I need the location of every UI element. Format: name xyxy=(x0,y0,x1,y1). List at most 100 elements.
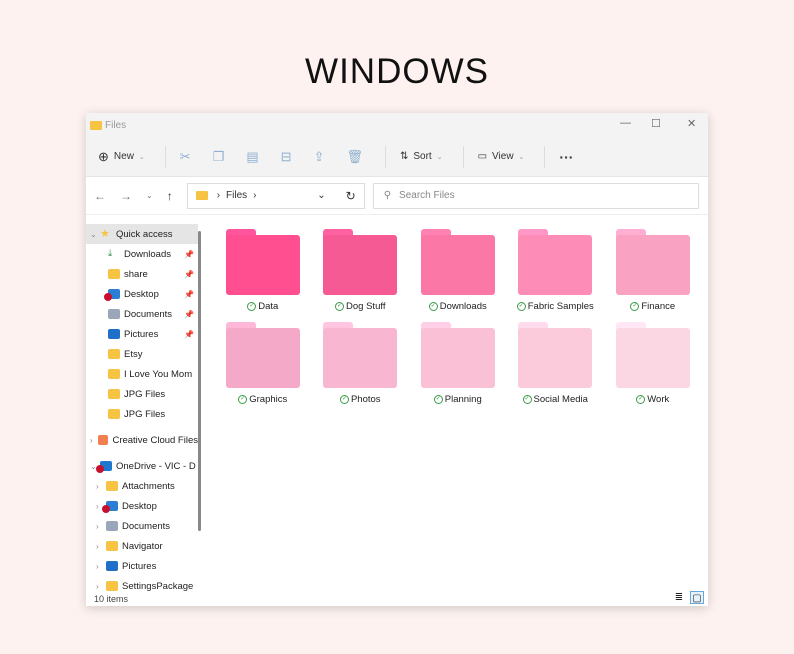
sidebar-item[interactable]: Etsy xyxy=(86,344,198,364)
chevron-right-icon[interactable]: › xyxy=(96,582,106,591)
plus-circle-icon: ⊕ xyxy=(98,148,109,164)
sync-status-icon: ✓ xyxy=(428,302,438,311)
folder-item[interactable]: ✓ Downloads xyxy=(409,229,507,312)
sidebar-item[interactable]: Documents 📌 xyxy=(86,304,198,324)
share-icon[interactable]: ⇪ xyxy=(314,149,325,165)
folder-icon xyxy=(225,322,300,388)
folder-item[interactable]: ✓ Finance xyxy=(604,229,702,312)
sidebar-item-label: Attachments xyxy=(122,480,175,492)
chevron-down-icon[interactable]: ⌄ xyxy=(317,190,325,201)
folder-item[interactable]: ✓ Planning xyxy=(409,322,507,405)
details-view-button[interactable]: ≣ xyxy=(672,591,686,604)
divider xyxy=(384,145,386,168)
folder-icon xyxy=(108,409,120,419)
sidebar-item[interactable]: › Attachments xyxy=(86,476,198,496)
view-button[interactable]: ▭ View ⌄ xyxy=(478,151,525,162)
sidebar-item[interactable]: › Creative Cloud Files xyxy=(86,430,198,450)
sidebar-item-label: Desktop xyxy=(122,500,157,512)
folder-item[interactable]: ✓ Photos xyxy=(312,322,410,405)
sidebar-item-label: OneDrive - VIC - D xyxy=(116,460,196,472)
sync-status-icon: ✓ xyxy=(522,395,532,404)
sidebar-item[interactable]: ⌄ ★ Quick access xyxy=(86,224,198,244)
rename-icon[interactable]: ⊟ xyxy=(281,149,292,165)
folder-icon xyxy=(615,229,690,295)
recent-dropdown[interactable]: ⌄ xyxy=(146,191,153,200)
folder-icon xyxy=(90,120,102,130)
refresh-icon[interactable]: ↻ xyxy=(346,189,356,203)
sidebar-item[interactable]: › Pictures xyxy=(86,556,198,576)
folder-icon xyxy=(225,229,300,295)
chevron-right-icon[interactable]: › xyxy=(96,542,106,551)
chevron-right-icon[interactable]: › xyxy=(96,522,106,531)
search-input[interactable]: ⚲ Search Files xyxy=(372,182,699,209)
sort-button[interactable]: ⇅ Sort ⌄ xyxy=(400,151,443,162)
folder-item[interactable]: ✓ Work xyxy=(604,322,702,405)
up-button[interactable]: ↑ xyxy=(167,189,173,203)
onedrive-icon xyxy=(96,461,112,473)
folder-name: Graphics xyxy=(249,394,288,405)
folder-item[interactable]: ✓ Fabric Samples xyxy=(507,229,605,312)
sidebar-item[interactable]: › Desktop xyxy=(86,496,198,516)
folder-item[interactable]: ✓ Graphics xyxy=(214,322,312,405)
sidebar-item[interactable]: JPG Files xyxy=(86,404,198,424)
pin-icon: 📌 xyxy=(184,329,194,339)
sidebar-item[interactable]: ⤓ Downloads 📌 xyxy=(86,244,198,264)
folder-icon xyxy=(195,191,208,200)
sidebar-item-label: JPG Files xyxy=(124,388,166,400)
sidebar-item-label: Documents xyxy=(124,308,173,320)
chevron-down-icon[interactable]: ⌄ xyxy=(90,230,100,239)
folder-icon xyxy=(615,322,690,388)
sync-status-icon: ✓ xyxy=(630,302,640,311)
back-button[interactable]: ← xyxy=(94,189,106,203)
title-bar: Files — ☐ ✕ xyxy=(86,113,708,137)
sort-icon: ⇅ xyxy=(399,151,409,162)
chevron-right-icon[interactable]: › xyxy=(96,482,106,491)
sidebar-item[interactable]: Desktop 📌 xyxy=(86,284,198,304)
folder-item[interactable]: ✓ Data xyxy=(214,229,312,312)
sidebar-item-label: Quick access xyxy=(116,228,173,240)
folder-icon xyxy=(518,322,593,388)
sync-status-icon: ✓ xyxy=(433,395,443,404)
folder-icon xyxy=(420,322,495,388)
folder-grid: ✓ Data ✓ Dog Stuff ✓ Downloads ✓ Fabric Samp… xyxy=(214,229,702,405)
chevron-right-icon[interactable]: › xyxy=(96,562,106,571)
address-bar[interactable]: › Files › ⌄ ↻ xyxy=(186,182,365,209)
sidebar-item[interactable]: Pictures 📌 xyxy=(86,324,198,344)
pictures-icon xyxy=(106,561,118,571)
new-button[interactable]: ⊕ New ⌄ xyxy=(98,149,145,165)
forward-button[interactable]: → xyxy=(120,189,132,203)
desktop-icon xyxy=(104,289,120,301)
sidebar-item[interactable]: › Documents xyxy=(86,516,198,536)
folder-name: Downloads xyxy=(439,301,487,312)
sidebar-item[interactable]: › SettingsPackage xyxy=(86,576,198,596)
folder-icon xyxy=(323,229,398,295)
chevron-right-icon[interactable]: › xyxy=(90,436,98,445)
sidebar-item[interactable]: › Navigator xyxy=(86,536,198,556)
pin-icon: 📌 xyxy=(184,289,194,299)
folder-item[interactable]: ✓ Social Media xyxy=(507,322,605,405)
documents-icon xyxy=(108,309,120,319)
breadcrumb-files[interactable]: Files xyxy=(226,190,247,201)
folder-item[interactable]: ✓ Dog Stuff xyxy=(312,229,410,312)
divider xyxy=(462,145,464,168)
paste-icon[interactable]: ▤ xyxy=(246,149,258,165)
close-button[interactable]: ✕ xyxy=(687,117,696,130)
large-icons-view-button[interactable]: ▢ xyxy=(690,591,704,604)
copy-icon[interactable]: ❐ xyxy=(213,149,225,165)
sync-status-icon: ✓ xyxy=(247,302,257,311)
sidebar-item[interactable]: ⌄ OneDrive - VIC - D xyxy=(86,456,198,476)
folder-name: Social Media xyxy=(533,394,588,405)
sidebar-scrollbar[interactable] xyxy=(198,231,201,531)
cut-icon[interactable]: ✂ xyxy=(180,149,191,165)
page-heading: WINDOWS xyxy=(305,52,489,91)
sidebar-item[interactable]: share 📌 xyxy=(86,264,198,284)
folder-icon xyxy=(323,322,398,388)
minimize-button[interactable]: — xyxy=(620,117,631,129)
sync-status-icon: ✓ xyxy=(238,395,248,404)
sidebar-item[interactable]: JPG Files xyxy=(86,384,198,404)
sidebar-item[interactable]: I Love You Mom xyxy=(86,364,198,384)
more-icon[interactable]: ··· xyxy=(559,149,573,165)
sync-status-icon: ✓ xyxy=(335,302,345,311)
delete-icon[interactable]: 🗑 xyxy=(346,149,363,165)
maximize-button[interactable]: ☐ xyxy=(651,117,661,130)
